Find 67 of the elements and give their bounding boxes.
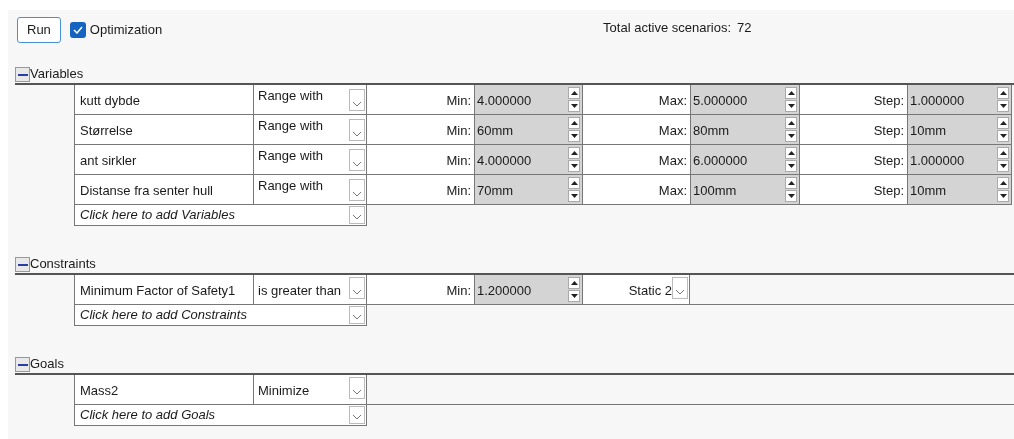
spinner-icon[interactable] xyxy=(785,176,797,203)
add-row-dropdown[interactable]: Click here to add Goals xyxy=(74,405,367,426)
number-field[interactable]: 4.000000 xyxy=(475,145,583,175)
field-label: Min: xyxy=(446,181,471,200)
spinner-icon[interactable] xyxy=(997,146,1009,173)
spinner-icon[interactable] xyxy=(568,276,580,303)
add-row-dropdown[interactable]: Click here to add Constraints xyxy=(74,305,367,326)
dropdown[interactable]: Range with xyxy=(254,115,367,145)
dropdown[interactable]: Minimize xyxy=(254,375,367,405)
dropdown[interactable]: Range with xyxy=(254,175,367,205)
total-scenarios-label: Total active scenarios: xyxy=(603,19,731,37)
spinner-icon[interactable] xyxy=(568,146,580,173)
number-field[interactable]: 60mm xyxy=(475,115,583,145)
spinner-icon[interactable] xyxy=(785,146,797,173)
number-field[interactable]: 1.000000 xyxy=(908,145,1012,175)
number-field[interactable]: 5.000000 xyxy=(691,85,800,115)
dropdown[interactable]: Static 2 xyxy=(583,275,690,305)
spinner-icon[interactable] xyxy=(568,176,580,203)
name-cell: Minimum Factor of Safety1 xyxy=(74,275,254,305)
spinner-icon[interactable] xyxy=(997,176,1009,203)
spinner-icon[interactable] xyxy=(568,116,580,143)
number-field[interactable]: 1.200000 xyxy=(475,275,583,305)
checkbox-label[interactable]: Optimization xyxy=(89,20,163,40)
number-field[interactable]: 6.000000 xyxy=(691,145,800,175)
field-label: Min: xyxy=(446,281,471,300)
field-label: Max: xyxy=(658,91,687,110)
number-field[interactable]: 1.000000 xyxy=(908,85,1012,115)
dropdown[interactable]: Range with xyxy=(254,145,367,175)
total-scenarios-value: 72 xyxy=(737,19,752,37)
add-row-dropdown[interactable]: Click here to add Variables xyxy=(74,205,367,226)
field-label: Step: xyxy=(873,91,904,110)
field-label: Max: xyxy=(658,121,687,140)
name-cell: Størrelse xyxy=(74,115,254,145)
number-field[interactable]: 10mm xyxy=(908,115,1012,145)
field-label: Min: xyxy=(446,121,471,140)
name-cell: kutt dybde xyxy=(74,85,254,115)
name-cell: Mass2 xyxy=(74,375,254,405)
dropdown[interactable]: Range with xyxy=(254,85,367,115)
section-title: Variables xyxy=(30,64,84,83)
number-field[interactable]: 10mm xyxy=(908,175,1012,205)
spinner-icon[interactable] xyxy=(785,116,797,143)
number-field[interactable]: 80mm xyxy=(691,115,800,145)
run-button[interactable]: Run xyxy=(17,17,61,43)
collapse-icon[interactable] xyxy=(15,357,30,372)
name-cell: Distanse fra senter hull xyxy=(74,175,254,205)
field-label: Min: xyxy=(446,151,471,170)
dropdown[interactable]: is greater than xyxy=(254,275,367,305)
field-label: Step: xyxy=(873,121,904,140)
field-label: Max: xyxy=(658,181,687,200)
field-label: Step: xyxy=(873,151,904,170)
checkbox[interactable] xyxy=(69,22,86,38)
number-field[interactable]: 70mm xyxy=(475,175,583,205)
collapse-icon[interactable] xyxy=(15,257,30,272)
spinner-icon[interactable] xyxy=(997,86,1009,113)
number-field[interactable]: 100mm xyxy=(691,175,800,205)
field-label: Max: xyxy=(658,151,687,170)
checkmark-icon xyxy=(72,26,83,34)
section-title: Constraints xyxy=(30,254,96,273)
collapse-icon[interactable] xyxy=(15,67,30,82)
field-label: Min: xyxy=(446,91,471,110)
name-cell: ant sirkler xyxy=(74,145,254,175)
spinner-icon[interactable] xyxy=(568,86,580,113)
spinner-icon[interactable] xyxy=(997,116,1009,143)
spinner-icon[interactable] xyxy=(785,86,797,113)
number-field[interactable]: 4.000000 xyxy=(475,85,583,115)
field-label: Step: xyxy=(873,181,904,200)
section-title: Goals xyxy=(30,354,64,373)
